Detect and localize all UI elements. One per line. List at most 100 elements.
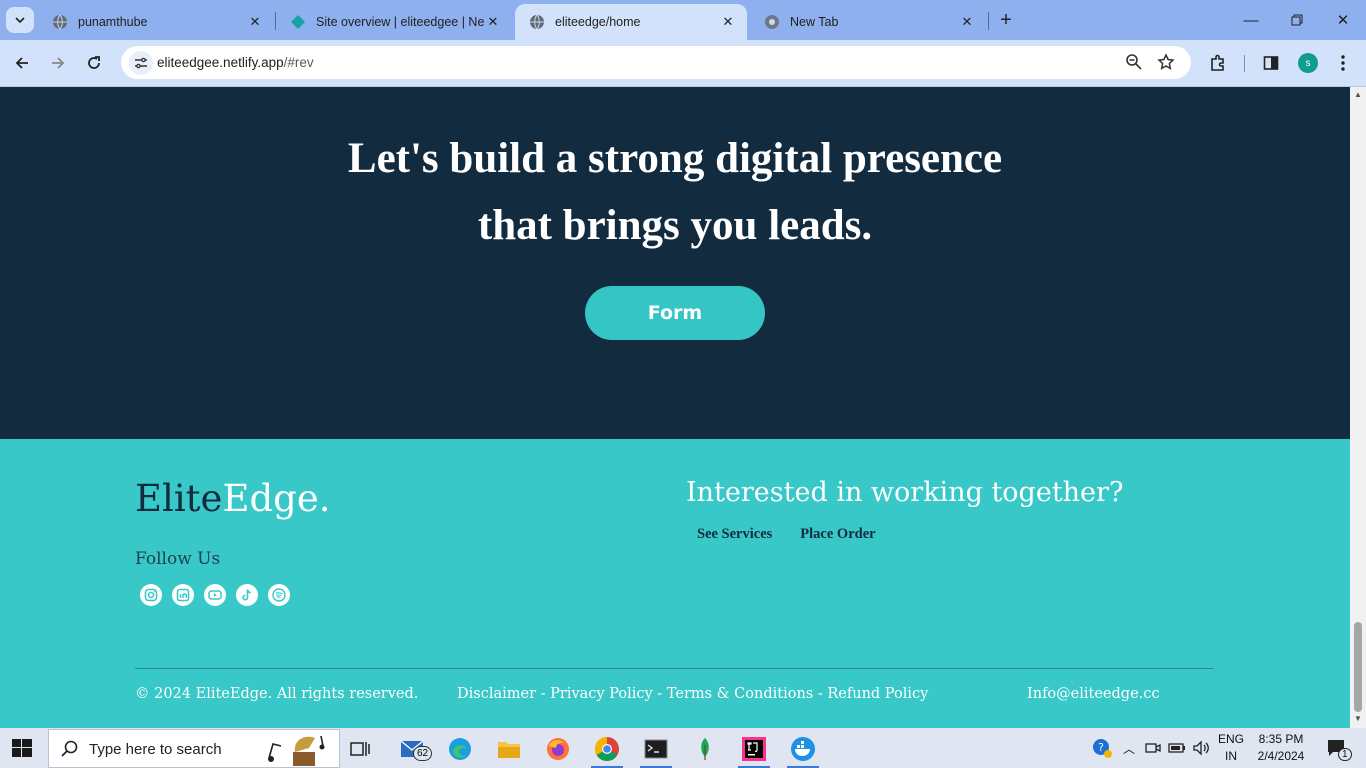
side-panel-icon <box>1263 56 1279 70</box>
task-view-button[interactable] <box>340 732 380 766</box>
chrome-menu-button[interactable] <box>1330 50 1356 76</box>
new-tab-button[interactable]: + <box>994 8 1018 32</box>
zoom-icon[interactable] <box>1125 53 1143 76</box>
notification-center-button[interactable]: 1 <box>1320 728 1354 768</box>
cta-section: Let's build a strong digital presence th… <box>0 87 1350 439</box>
clock-time: 8:35 PM <box>1258 732 1304 746</box>
tab-title: New Tab <box>790 15 839 29</box>
svg-text:?: ? <box>1098 741 1104 754</box>
battery-tray-icon[interactable] <box>1166 728 1188 768</box>
close-tab-icon[interactable]: ✕ <box>484 13 502 31</box>
taskbar-firefox[interactable] <box>538 732 578 766</box>
clock-date: 2/4/2024 <box>1257 749 1305 763</box>
folder-icon <box>498 742 520 758</box>
profile-avatar[interactable]: s <box>1298 53 1318 73</box>
close-tab-icon[interactable]: ✕ <box>246 13 264 31</box>
volume-tray-icon[interactable] <box>1190 728 1212 768</box>
terminal-icon <box>644 739 668 759</box>
brand-part-elite: Elite <box>135 477 223 520</box>
taskbar-intellij[interactable] <box>734 732 774 768</box>
tab-new-tab[interactable]: New Tab ✕ <box>750 4 986 40</box>
browser-toolbar: eliteedgee.netlify.app/#rev s <box>0 40 1366 87</box>
windows-taskbar: Type here to search 62 ? ︿ ENG IN 8:35 P… <box>0 728 1366 768</box>
cta-heading: Let's build a strong digital presence th… <box>0 125 1350 259</box>
docker-icon <box>791 737 815 761</box>
footer-links: See Services Place Order <box>697 526 876 543</box>
url-host: eliteedgee.netlify.app <box>157 55 284 70</box>
extensions-button[interactable] <box>1205 50 1231 76</box>
taskbar-terminal[interactable] <box>636 732 676 768</box>
globe-icon <box>52 14 68 30</box>
taskbar-clock[interactable]: 8:35 PM 2/4/2024 <box>1246 731 1316 765</box>
tab-separator <box>988 12 989 30</box>
reload-button[interactable] <box>81 50 107 76</box>
tab-title: eliteedge/home <box>555 15 641 29</box>
see-services-link[interactable]: See Services <box>697 526 772 543</box>
language-region: IN <box>1225 749 1237 763</box>
tab-title: Site overview | eliteedgee | Netl <box>316 15 484 29</box>
side-panel-button[interactable] <box>1258 50 1284 76</box>
cta-heading-line-2: that brings you leads. <box>477 202 873 249</box>
address-bar[interactable]: eliteedgee.netlify.app/#rev <box>121 46 1191 79</box>
scroll-thumb[interactable] <box>1354 622 1362 712</box>
web-page: Let's build a strong digital presence th… <box>0 87 1350 728</box>
back-button[interactable] <box>9 50 35 76</box>
taskbar-chrome[interactable] <box>587 732 627 768</box>
show-hidden-icons-button[interactable]: ︿ <box>1118 728 1140 768</box>
search-placeholder: Type here to search <box>89 741 222 758</box>
tab-search-button[interactable] <box>6 7 34 33</box>
arrow-left-icon <box>15 57 28 69</box>
windows-logo-icon <box>12 739 32 757</box>
arrow-right-icon <box>52 57 65 69</box>
tiktok-icon[interactable] <box>236 584 258 606</box>
linkedin-icon[interactable] <box>172 584 194 606</box>
close-tab-icon[interactable]: ✕ <box>958 13 976 31</box>
page-scrollbar[interactable]: ▲ ▼ <box>1350 87 1366 728</box>
tab-eliteedge-home[interactable]: eliteedge/home ✕ <box>515 4 747 40</box>
site-footer: EliteEdge. Follow Us Interested in worki… <box>0 439 1350 728</box>
netlify-icon <box>290 14 306 30</box>
close-window-button[interactable]: ✕ <box>1320 0 1366 40</box>
meet-now-tray-icon[interactable] <box>1142 728 1164 768</box>
camera-icon <box>1145 743 1161 753</box>
start-button[interactable] <box>12 739 32 757</box>
tab-strip: punamthube ✕ Site overview | eliteedgee … <box>0 0 1366 40</box>
taskbar-mongodb[interactable] <box>685 732 725 766</box>
minimize-button[interactable]: — <box>1228 0 1274 40</box>
language-indicator[interactable]: ENG IN <box>1214 731 1248 765</box>
instagram-icon[interactable] <box>140 584 162 606</box>
scroll-up-icon[interactable]: ▲ <box>1353 90 1363 100</box>
more-vertical-icon <box>1341 55 1345 71</box>
form-button[interactable]: Form <box>585 286 765 340</box>
taskbar-edge[interactable] <box>440 732 480 766</box>
help-icon: ? <box>1093 739 1112 758</box>
plus-icon: + <box>1000 8 1012 31</box>
taskbar-file-explorer[interactable] <box>489 732 529 766</box>
taskbar-mail[interactable]: 62 <box>393 732 433 766</box>
site-info-icon[interactable] <box>129 51 153 75</box>
reload-icon <box>88 56 100 69</box>
copyright-text: © 2024 EliteEdge. All rights reserved. <box>135 686 419 702</box>
bookmark-star-icon[interactable] <box>1157 53 1175 76</box>
search-highlight-icon <box>268 735 325 766</box>
notification-count: 1 <box>1338 748 1352 761</box>
spotify-icon[interactable] <box>268 584 290 606</box>
puzzle-icon <box>1211 54 1224 71</box>
youtube-icon[interactable] <box>204 584 226 606</box>
tab-punamthube[interactable]: punamthube ✕ <box>38 4 274 40</box>
chrome-icon <box>594 737 619 762</box>
taskbar-docker[interactable] <box>783 732 823 768</box>
scroll-down-icon[interactable]: ▼ <box>1353 714 1363 724</box>
place-order-link[interactable]: Place Order <box>800 526 875 543</box>
help-tray-icon[interactable]: ? <box>1090 728 1114 768</box>
social-links <box>140 584 290 606</box>
footer-divider <box>135 668 1214 669</box>
close-tab-icon[interactable]: ✕ <box>719 13 737 31</box>
forward-button[interactable] <box>45 50 71 76</box>
taskbar-search-box[interactable]: Type here to search <box>48 729 340 768</box>
restore-button[interactable] <box>1274 0 1320 40</box>
legal-links[interactable]: Disclaimer - Privacy Policy - Terms & Co… <box>457 686 928 702</box>
tab-site-overview[interactable]: Site overview | eliteedgee | Netl ✕ <box>276 4 512 40</box>
footer-logo[interactable]: EliteEdge. <box>135 477 331 520</box>
contact-email-link[interactable]: Info@eliteedge.cc <box>1027 686 1160 702</box>
